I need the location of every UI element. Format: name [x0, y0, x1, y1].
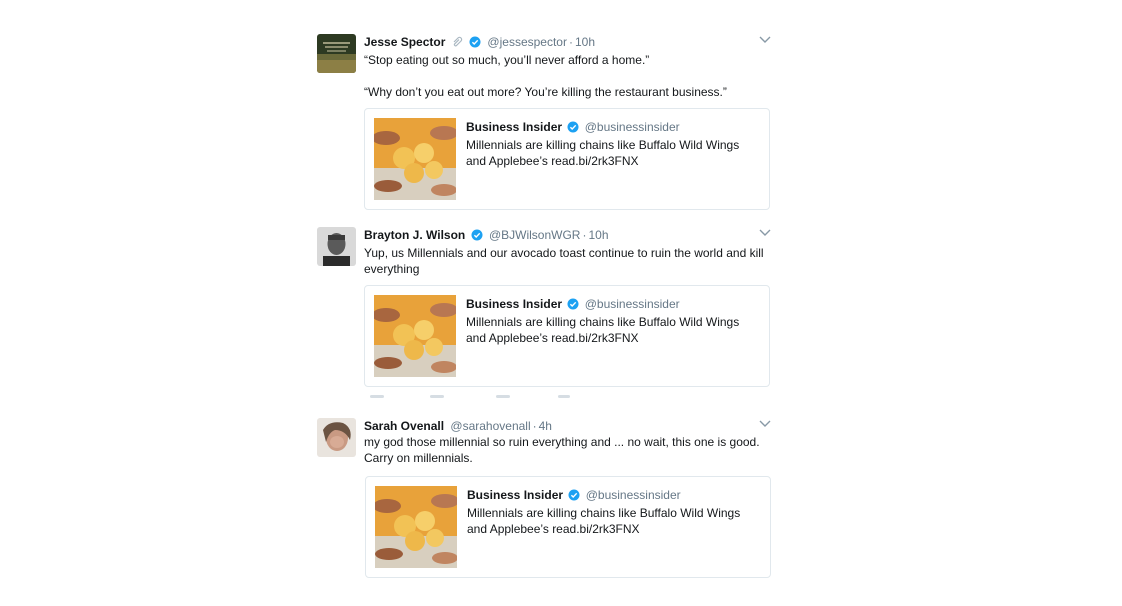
card-thumbnail	[374, 118, 456, 200]
card-text: Millennials are killing chains like Buff…	[467, 506, 741, 536]
tweet-timestamp[interactable]: 10h	[588, 228, 608, 242]
user-handle[interactable]: @BJWilsonWGR	[489, 228, 581, 242]
card-text: Millennials are killing chains like Buff…	[466, 315, 740, 345]
user-fullname[interactable]: Sarah Ovenall	[364, 419, 444, 433]
quoted-card[interactable]: Business Insider @businessinsider Millen…	[364, 285, 770, 387]
card-handle[interactable]: @businessinsider	[586, 488, 681, 502]
avatar[interactable]	[317, 34, 356, 73]
quoted-card[interactable]: Business Insider @businessinsider Millen…	[364, 108, 770, 210]
user-handle[interactable]: @jessespector	[487, 35, 567, 49]
tweet[interactable]: Sarah Ovenall @sarahovenall · 4h my god th…	[317, 418, 777, 583]
tweet-text-line: my god those millennial so ruin everythi…	[364, 435, 760, 465]
card-content: Business Insider @businessinsider Millen…	[466, 119, 756, 169]
card-fullname[interactable]: Business Insider	[466, 120, 562, 134]
verified-badge-icon	[567, 298, 579, 314]
card-handle[interactable]: @businessinsider	[585, 120, 680, 134]
tweet-header: Jesse Spector @jessespector · 10h	[364, 34, 772, 52]
tweet-text: Yup, us Millennials and our avocado toas…	[364, 245, 772, 277]
tweet[interactable]: Jesse Spector @jessespector · 10h “Stop ea…	[317, 34, 777, 214]
tweet-text-line: “Why don’t you eat out more? You’re kill…	[364, 85, 727, 99]
user-handle[interactable]: @sarahovenall	[450, 419, 530, 433]
tweet-timestamp[interactable]: 10h	[575, 35, 595, 49]
paperclip-icon	[451, 35, 464, 52]
verified-badge-icon	[471, 229, 483, 245]
chevron-down-icon[interactable]	[758, 33, 772, 45]
tweet-text-line: Yup, us Millennials and our avocado toas…	[364, 246, 764, 276]
chevron-down-icon[interactable]	[758, 417, 772, 429]
avatar[interactable]	[317, 418, 356, 457]
card-text: Millennials are killing chains like Buff…	[466, 138, 740, 168]
user-fullname[interactable]: Jesse Spector	[364, 35, 445, 49]
tweet[interactable]: Brayton J. Wilson @BJWilsonWGR · 10h Yup, …	[317, 227, 777, 392]
tweet-header: Sarah Ovenall @sarahovenall · 4h	[364, 419, 552, 433]
card-fullname[interactable]: Business Insider	[466, 297, 562, 311]
card-fullname[interactable]: Business Insider	[467, 488, 563, 502]
quoted-card[interactable]: Business Insider @businessinsider Millen…	[365, 476, 771, 578]
card-content: Business Insider @businessinsider Millen…	[467, 487, 757, 537]
tweet-timestamp[interactable]: 4h	[539, 419, 552, 433]
user-fullname[interactable]: Brayton J. Wilson	[364, 228, 465, 242]
tweet-text: “Stop eating out so much, you’ll never a…	[364, 52, 772, 100]
chevron-down-icon[interactable]	[758, 226, 772, 238]
card-handle[interactable]: @businessinsider	[585, 297, 680, 311]
tweet-actions-strip	[364, 395, 574, 399]
tweet-text: my god those millennial so ruin everythi…	[364, 434, 772, 466]
card-thumbnail	[374, 295, 456, 377]
verified-badge-icon	[568, 489, 580, 505]
tweet-header: Brayton J. Wilson @BJWilsonWGR · 10h	[364, 227, 772, 245]
avatar[interactable]	[317, 227, 356, 266]
card-content: Business Insider @businessinsider Millen…	[466, 296, 756, 346]
verified-badge-icon	[469, 36, 481, 52]
verified-badge-icon	[567, 121, 579, 137]
tweet-text-line: “Stop eating out so much, you’ll never a…	[364, 53, 650, 67]
card-thumbnail	[375, 486, 457, 568]
